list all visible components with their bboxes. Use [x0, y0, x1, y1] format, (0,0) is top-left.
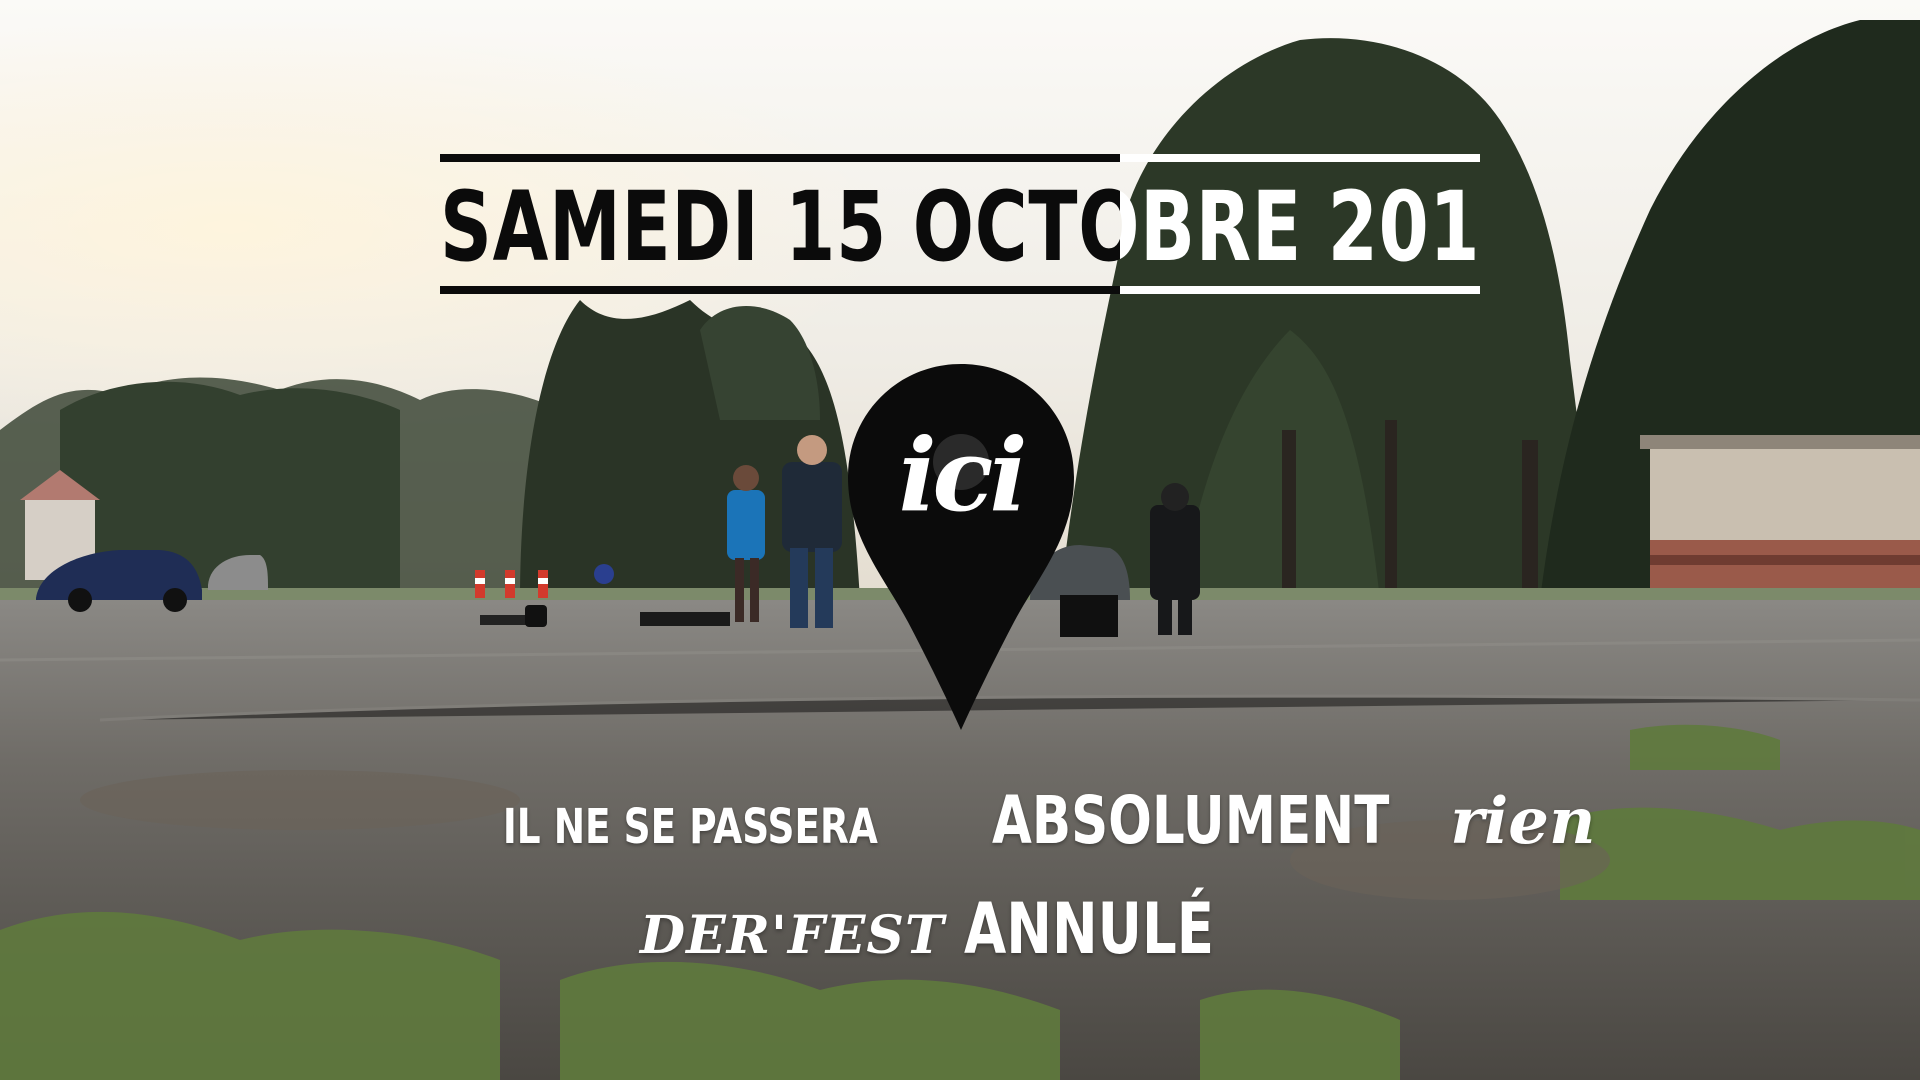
pin-label: ici — [898, 416, 1028, 534]
date-text-dark: SAMEDI 15 OCTOBRE 2016 — [440, 171, 1532, 283]
tagline-part-3: rien — [1450, 784, 1596, 859]
subline: DER'FEST ANNULÉ — [640, 888, 1280, 970]
subline-event-name: DER'FEST — [640, 905, 945, 966]
tagline-part-2: ABSOLUMENT — [991, 782, 1390, 859]
date-headline: SAMEDI 15 OCTOBRE 2016 SAMEDI 15 OCTOBRE… — [440, 150, 1480, 300]
subline-status: ANNULÉ — [963, 888, 1214, 970]
tagline: IL NE SE PASSERA ABSOLUMENT rien — [450, 782, 1596, 859]
tagline-part-1: IL NE SE PASSERA — [502, 799, 878, 855]
